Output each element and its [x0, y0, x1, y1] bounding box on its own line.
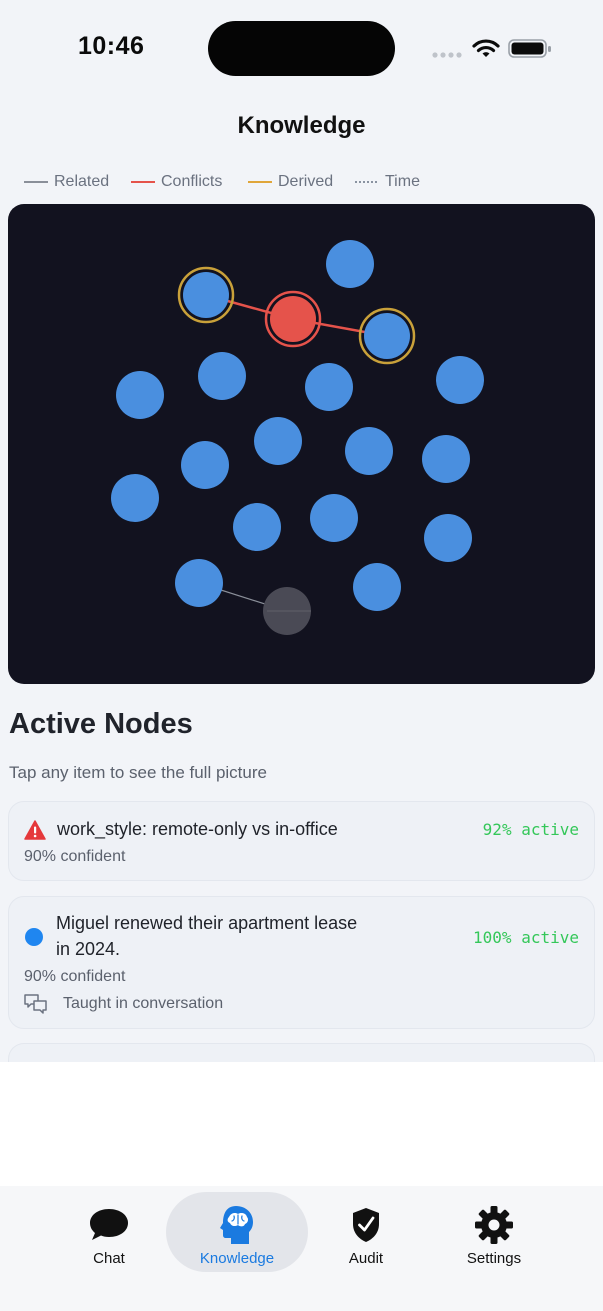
- graph-node-derived[interactable]: [177, 266, 235, 324]
- status-time: 10:46: [78, 32, 145, 60]
- graph-node-normal[interactable]: [345, 427, 393, 475]
- legend-derived-label: Derived: [278, 173, 334, 190]
- content-fade: [0, 1062, 603, 1186]
- derived-line-swatch: [248, 181, 272, 183]
- graph-node-normal[interactable]: [422, 435, 470, 483]
- graph-node-normal[interactable]: [116, 371, 164, 419]
- knowledge-graph[interactable]: [8, 204, 595, 684]
- node-confidence: 90% confident: [24, 968, 126, 985]
- node-active-percent: 92% active: [482, 820, 579, 839]
- active-nodes-subtitle: Tap any item to see the full picture: [9, 763, 267, 782]
- graph-node-normal[interactable]: [310, 494, 358, 542]
- page-title: Knowledge: [237, 112, 366, 139]
- graph-node-normal[interactable]: [424, 514, 472, 562]
- knowledge-graph-canvas[interactable]: [8, 204, 595, 684]
- tab-settings[interactable]: Settings: [429, 1192, 559, 1272]
- legend-time: Time: [355, 173, 420, 191]
- time-dotted-swatch: [355, 181, 377, 183]
- node-title: work_style: remote-only vs in-office: [57, 819, 338, 839]
- active-node-card[interactable]: Miguel renewed their apartment lease in …: [8, 896, 595, 1029]
- graph-node-normal[interactable]: [436, 356, 484, 404]
- tab-audit-label: Audit: [348, 1250, 384, 1267]
- active-nodes-heading: Active Nodes: [9, 708, 193, 740]
- graph-node-normal[interactable]: [181, 441, 229, 489]
- warning-icon: [24, 820, 46, 840]
- conflicts-line-swatch: [131, 181, 155, 183]
- graph-legend: Related Conflicts Derived Time: [0, 168, 603, 198]
- tab-bar: Chat Knowledge Audit Settings: [0, 1186, 603, 1311]
- graph-node-normal[interactable]: [254, 417, 302, 465]
- cellular-signal-icon: [432, 52, 462, 58]
- dynamic-island: [208, 21, 395, 76]
- conversation-icon: [24, 994, 47, 1014]
- gear-icon: [475, 1206, 513, 1244]
- legend-related: Related: [24, 173, 109, 191]
- status-bar: 10:46: [0, 0, 603, 95]
- active-node-card[interactable]: work_style: remote-only vs in-office 90%…: [8, 801, 595, 881]
- legend-conflicts-label: Conflicts: [161, 173, 223, 190]
- chat-bubble-icon: [90, 1209, 128, 1240]
- brain-head-icon: [220, 1206, 253, 1244]
- node-title-line-1: Miguel renewed their apartment lease: [56, 913, 358, 933]
- tab-audit[interactable]: Audit: [301, 1192, 431, 1272]
- tab-chat-label: Chat: [93, 1250, 125, 1267]
- legend-related-label: Related: [54, 173, 110, 190]
- graph-node-normal[interactable]: [326, 240, 374, 288]
- legend-time-label: Time: [385, 173, 420, 190]
- status-icons: [432, 38, 552, 60]
- node-source: Taught in conversation: [63, 995, 224, 1012]
- graph-node-normal[interactable]: [305, 363, 353, 411]
- legend-conflicts: Conflicts: [131, 173, 222, 191]
- node-title-line-2: in 2024.: [56, 939, 121, 959]
- battery-icon: [508, 39, 551, 58]
- graph-node-normal[interactable]: [111, 474, 159, 522]
- node-active-percent: 100% active: [473, 928, 579, 947]
- wifi-icon: [472, 39, 500, 57]
- graph-node-conflict[interactable]: [264, 290, 322, 348]
- graph-node-derived[interactable]: [358, 307, 416, 365]
- graph-node-normal[interactable]: [353, 563, 401, 611]
- legend-derived: Derived: [248, 173, 333, 191]
- blue-dot-icon: [25, 928, 43, 946]
- node-confidence: 90% confident: [24, 848, 126, 865]
- tab-knowledge-label: Knowledge: [199, 1250, 275, 1267]
- tab-knowledge[interactable]: Knowledge: [166, 1192, 308, 1272]
- tab-settings-label: Settings: [466, 1250, 522, 1267]
- graph-node-normal[interactable]: [233, 503, 281, 551]
- shield-check-icon: [353, 1208, 379, 1242]
- tab-chat[interactable]: Chat: [44, 1192, 174, 1272]
- graph-node-normal[interactable]: [198, 352, 246, 400]
- graph-node-normal[interactable]: [175, 559, 223, 607]
- related-line-swatch: [24, 181, 48, 183]
